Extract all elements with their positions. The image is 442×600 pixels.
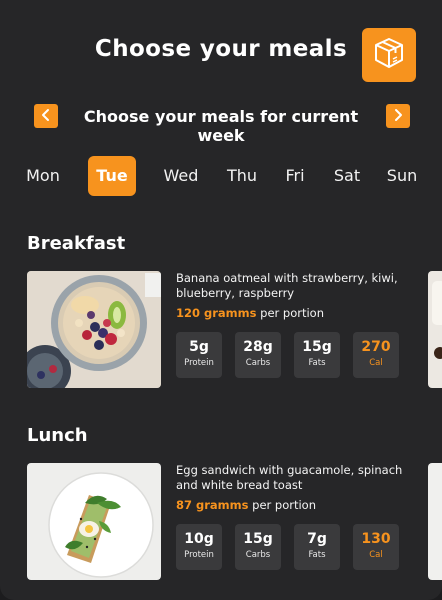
portion-info: 120 gramms per portion [176, 306, 324, 320]
header: Choose your meals [0, 0, 442, 100]
meal-card-lunch[interactable]: Egg sandwich with guacamole, spinach and… [0, 463, 442, 581]
section-title-lunch: Lunch [27, 425, 88, 446]
stat-label: Carbs [245, 358, 271, 368]
week-selector: Choose your meals for current week [0, 104, 442, 145]
tab-wed[interactable]: Wed [156, 156, 206, 196]
meal-name: Banana oatmeal with strawberry, kiwi, bl… [176, 271, 398, 300]
stat-protein: 5g Protein [176, 332, 222, 378]
day-tabs: Mon Tue Wed Thu Fri Sat Sun [0, 156, 442, 198]
stat-label: Protein [184, 358, 214, 368]
package-box-button[interactable] [362, 28, 416, 82]
stat-protein: 10g Protein [176, 524, 222, 570]
stat-value: 15g [302, 339, 332, 355]
stat-calories: 270 Cal [353, 332, 399, 378]
stat-value: 10g [184, 531, 214, 547]
tab-tue[interactable]: Tue [88, 156, 136, 196]
meal-name: Egg sandwich with guacamole, spinach and… [176, 463, 403, 492]
stat-label: Protein [184, 550, 214, 560]
next-meal-photo-peek[interactable] [428, 463, 442, 580]
tab-sat[interactable]: Sat [326, 156, 368, 196]
tab-fri[interactable]: Fri [278, 156, 312, 196]
stat-carbs: 15g Carbs [235, 524, 281, 570]
portion-amount: 87 gramms [176, 498, 249, 512]
portion-suffix: per portion [252, 498, 316, 512]
previous-week-button[interactable] [34, 104, 58, 128]
stat-value: 130 [361, 531, 391, 547]
stat-label: Fats [308, 550, 326, 560]
stat-value: 270 [361, 339, 391, 355]
stat-fats: 15g Fats [294, 332, 340, 378]
stat-value: 28g [243, 339, 273, 355]
stat-label: Cal [369, 550, 383, 560]
stat-label: Fats [308, 358, 326, 368]
week-label: Choose your meals for current week [83, 107, 359, 145]
portion-amount: 120 gramms [176, 306, 257, 320]
tab-mon[interactable]: Mon [18, 156, 68, 196]
stat-fats: 7g Fats [294, 524, 340, 570]
portion-info: 87 gramms per portion [176, 498, 316, 512]
chevron-left-icon [40, 107, 52, 126]
section-title-breakfast: Breakfast [27, 233, 126, 254]
portion-suffix: per portion [260, 306, 324, 320]
tab-sun[interactable]: Sun [380, 156, 424, 196]
meal-photo-egg-sandwich [27, 463, 161, 580]
stat-carbs: 28g Carbs [235, 332, 281, 378]
stat-value: 15g [243, 531, 273, 547]
meal-photo-oatmeal [27, 271, 161, 388]
next-week-button[interactable] [386, 104, 410, 128]
meal-planner-screen: Choose your meals Choose your meals for … [0, 0, 442, 600]
tab-thu[interactable]: Thu [218, 156, 266, 196]
stat-value: 5g [189, 339, 209, 355]
chevron-right-icon [392, 107, 404, 126]
meal-card-breakfast[interactable]: Banana oatmeal with strawberry, kiwi, bl… [0, 271, 442, 389]
next-meal-photo-peek[interactable] [428, 271, 442, 388]
package-box-icon [371, 35, 407, 75]
stat-label: Cal [369, 358, 383, 368]
stat-label: Carbs [245, 550, 271, 560]
stat-calories: 130 Cal [353, 524, 399, 570]
stat-value: 7g [307, 531, 327, 547]
